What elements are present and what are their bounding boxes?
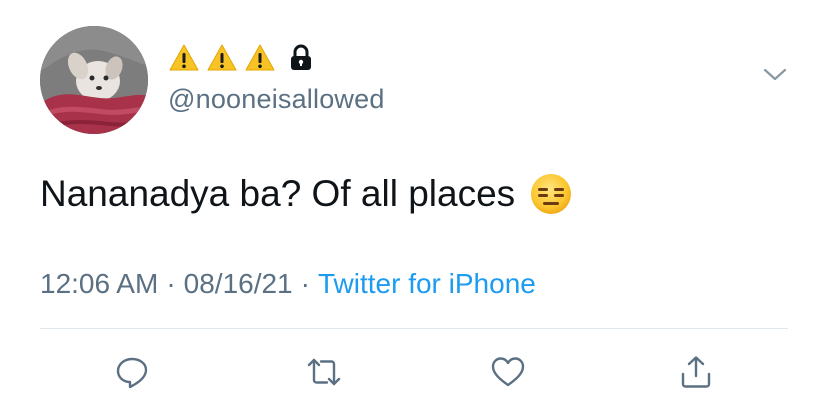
meta-separator: · bbox=[166, 268, 176, 299]
user-handle[interactable]: @nooneisallowed bbox=[168, 84, 385, 115]
chevron-down-icon[interactable] bbox=[762, 66, 788, 84]
warning-emoji bbox=[169, 44, 199, 71]
divider bbox=[40, 328, 788, 329]
like-icon bbox=[491, 357, 525, 387]
share-icon bbox=[681, 356, 711, 388]
display-name[interactable] bbox=[168, 38, 314, 78]
tweet-source-link[interactable]: Twitter for iPhone bbox=[318, 268, 536, 299]
share-button[interactable] bbox=[674, 350, 718, 394]
retweet-button[interactable] bbox=[302, 350, 346, 394]
tweet-meta: 12:06 AM · 08/16/21 · Twitter for iPhone bbox=[40, 268, 536, 300]
warning-emoji bbox=[207, 44, 237, 71]
lock-icon bbox=[291, 44, 311, 70]
tweet-date[interactable]: 08/16/21 bbox=[184, 268, 293, 299]
tweet-text: Nananadya ba? Of all places bbox=[40, 173, 516, 214]
tweet-body: Nananadya ba? Of all places bbox=[40, 172, 573, 216]
like-button[interactable] bbox=[486, 350, 530, 394]
tweet-time[interactable]: 12:06 AM bbox=[40, 268, 158, 299]
reply-icon bbox=[116, 357, 148, 389]
meta-separator: · bbox=[300, 268, 310, 299]
warning-emoji bbox=[245, 44, 275, 71]
reply-button[interactable] bbox=[110, 350, 154, 394]
retweet-icon bbox=[307, 358, 341, 386]
avatar[interactable] bbox=[40, 26, 148, 134]
expressionless-face-emoji bbox=[531, 174, 572, 214]
